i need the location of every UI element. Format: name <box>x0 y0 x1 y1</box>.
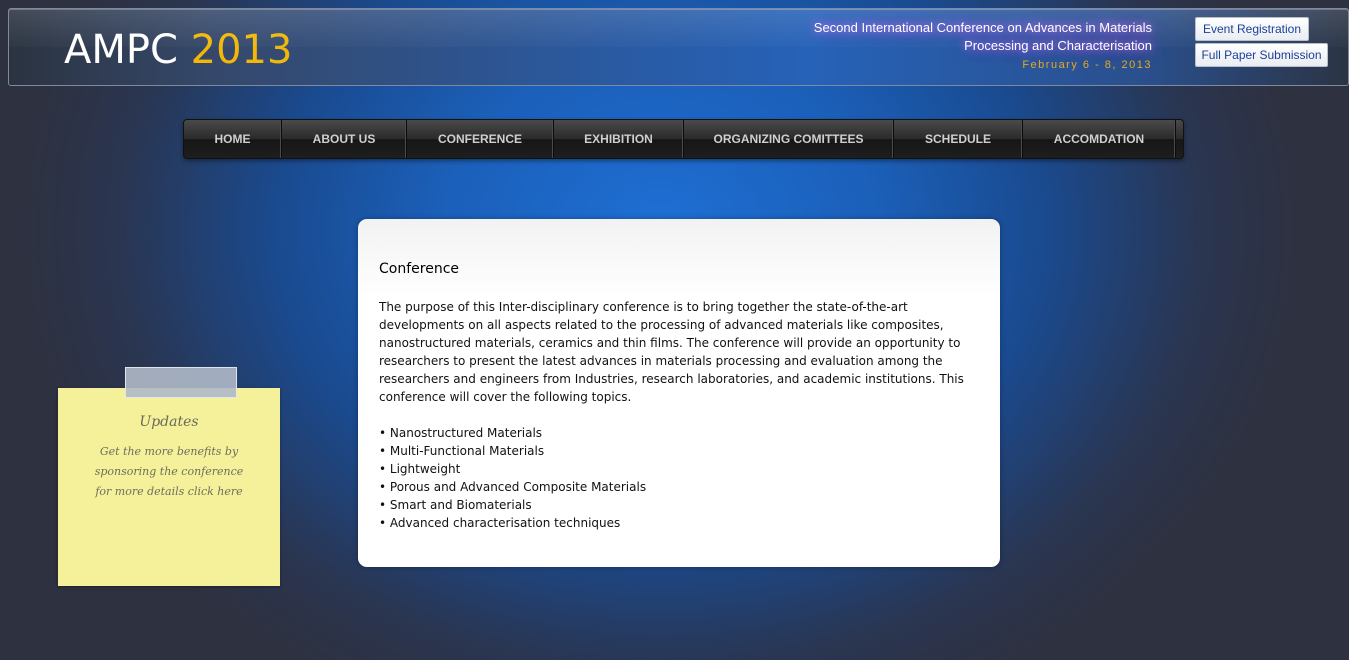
event-registration-button[interactable]: Event Registration <box>1195 17 1309 41</box>
nav-item-schedule[interactable]: SCHEDULE <box>894 120 1023 158</box>
list-item: • Nanostructured Materials <box>379 426 543 440</box>
list-item: • Porous and Advanced Composite Material… <box>379 480 647 494</box>
conference-date: February 6 - 8, 2013 <box>1022 59 1152 71</box>
nav-item-about-us[interactable]: ABOUT US <box>282 120 407 158</box>
nav-item-conference[interactable]: CONFERENCE <box>407 120 554 158</box>
sticky-note-tape <box>125 367 237 398</box>
main-navigation: HOME ABOUT US CONFERENCE EXHIBITION ORGA… <box>183 119 1184 159</box>
list-item: • Advanced characterisation techniques <box>379 516 621 530</box>
conference-content-card: Conference The purpose of this Inter-dis… <box>358 219 1000 567</box>
content-heading: Conference <box>379 261 460 277</box>
nav-item-organizing-comittees[interactable]: ORGANIZING COMITTEES <box>684 120 894 158</box>
content-description: The purpose of this Inter-disciplinary c… <box>379 300 964 404</box>
updates-title: Updates <box>139 414 199 430</box>
list-item: • Multi-Functional Materials <box>379 444 545 458</box>
conference-title-line2: Processing and Characterisation <box>964 38 1152 53</box>
site-header: AMPC 2013 Second International Conferenc… <box>8 8 1349 86</box>
logo-text: AMPC <box>64 27 178 73</box>
conference-title-line1: Second International Conference on Advan… <box>813 20 1152 35</box>
list-item: • Lightweight <box>379 462 461 476</box>
full-paper-submission-button[interactable]: Full Paper Submission <box>1195 43 1328 67</box>
list-item: • Smart and Biomaterials <box>379 498 532 512</box>
nav-item-home[interactable]: HOME <box>184 120 282 158</box>
logo-year: 2013 <box>190 27 293 73</box>
conference-title: Second International Conference on Advan… <box>814 19 1152 55</box>
updates-sticky-note[interactable]: Updates Get the more benefits by sponsor… <box>58 388 280 586</box>
nav-item-exhibition[interactable]: EXHIBITION <box>554 120 684 158</box>
site-logo[interactable]: AMPC 2013 <box>64 27 292 73</box>
topics-list: • Nanostructured Materials • Multi-Funct… <box>379 424 979 532</box>
updates-link-text[interactable]: Get the more benefits by sponsoring the … <box>94 442 244 502</box>
nav-item-accomdation[interactable]: ACCOMDATION <box>1023 120 1176 158</box>
